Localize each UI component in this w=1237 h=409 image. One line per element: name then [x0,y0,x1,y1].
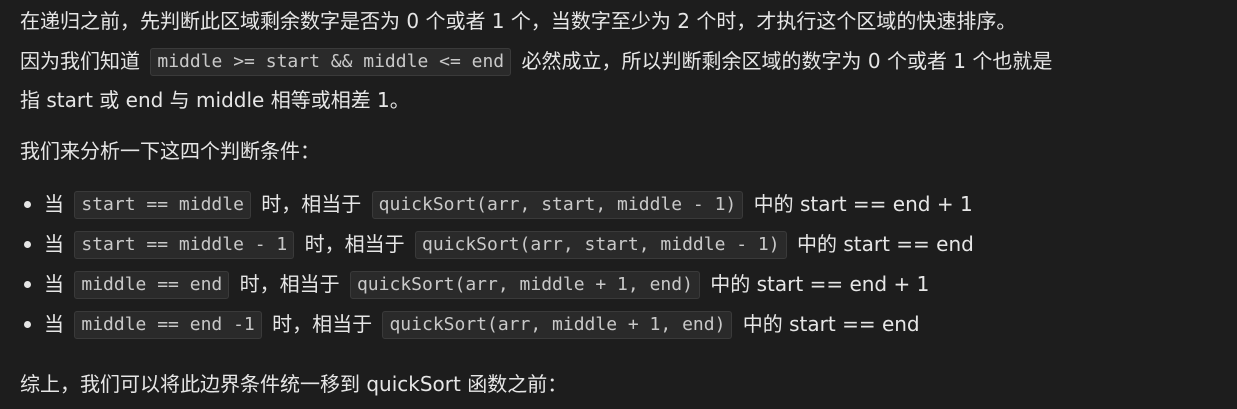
paragraph-intro: 我们来分析一下这四个判断条件： [20,132,320,170]
text: 因为我们知道 [20,49,140,73]
inline-code: start == middle [74,191,251,219]
text: 我们来分析一下这四个判断条件： [20,139,320,163]
bullet-icon [24,281,31,288]
text: 当 [44,232,64,256]
bullet-icon [24,201,31,208]
list-item: 当 start == middle - 1 时，相当于 quickSort(ar… [24,224,974,264]
list-item: 当 start == middle 时，相当于 quickSort(arr, s… [24,184,974,224]
text: 指 start 或 end 与 middle 相等或相差 1。 [20,88,410,112]
inline-code: quickSort(arr, middle + 1, end) [349,271,700,299]
paragraph-explanation-line-1: 在递归之前，先判断此区域剩余数字是否为 0 个或者 1 个，当数字至少为 2 个… [20,2,1016,40]
inline-code: quickSort(arr, start, middle - 1) [371,191,744,219]
text: 当 [44,272,64,296]
list-item: 当 middle == end -1 时，相当于 quickSort(arr, … [24,304,974,344]
text: 中的 start == end [796,232,974,256]
text: 中的 start == end + 1 [753,192,973,216]
paragraph-explanation-line-2: 因为我们知道 middle >= start && middle <= end … [20,42,1052,80]
text: 综上，我们可以将此边界条件统一移到 quickSort 函数之前： [20,372,568,396]
inline-code: middle >= start && middle <= end [150,48,512,76]
text: 当 [44,312,64,336]
text: 时，相当于 [304,232,405,256]
inline-code: middle == end -1 [74,311,262,339]
paragraph-explanation-line-3: 指 start 或 end 与 middle 相等或相差 1。 [20,81,410,119]
paragraph-conclusion: 综上，我们可以将此边界条件统一移到 quickSort 函数之前： [20,365,567,403]
text: 时，相当于 [239,272,340,296]
condition-list: 当 start == middle 时，相当于 quickSort(arr, s… [24,184,974,344]
inline-code: quickSort(arr, start, middle - 1) [414,231,787,259]
text: 必然成立，所以判断剩余区域的数字为 0 个或者 1 个也就是 [521,49,1053,73]
text: 中的 start == end + 1 [710,272,930,296]
inline-code: quickSort(arr, middle + 1, end) [382,311,733,339]
text: 中的 start == end [742,312,920,336]
text: 在递归之前，先判断此区域剩余数字是否为 0 个或者 1 个，当数字至少为 2 个… [20,9,1017,33]
text: 当 [44,192,64,216]
inline-code: start == middle - 1 [74,231,295,259]
inline-code: middle == end [74,271,230,299]
bullet-icon [24,321,31,328]
bullet-icon [24,241,31,248]
list-item: 当 middle == end 时，相当于 quickSort(arr, mid… [24,264,974,304]
text: 时，相当于 [261,192,362,216]
text: 时，相当于 [272,312,373,336]
